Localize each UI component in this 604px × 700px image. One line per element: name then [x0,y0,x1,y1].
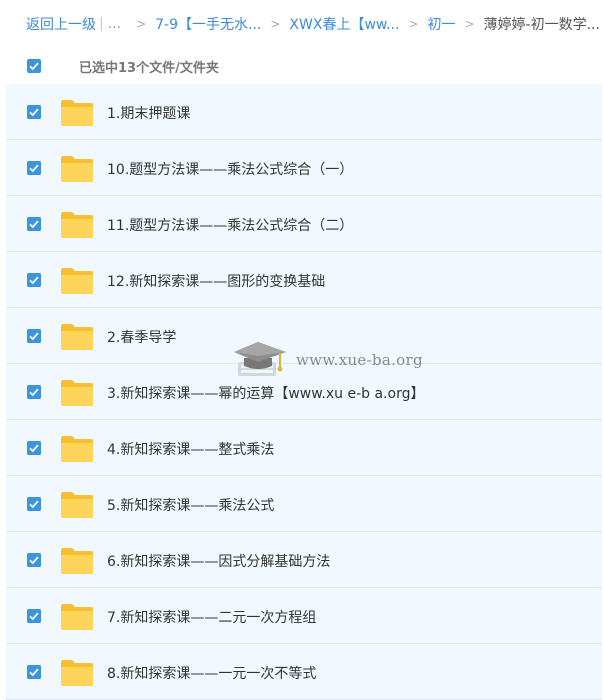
check-icon [29,332,39,341]
file-list: 1.期末押题课 10.题型方法课——乘法公式综合（一） 11.题型方法课——乘法公式… [6,84,602,700]
selection-header: 已选中13个文件/文件夹 [0,48,604,84]
file-row[interactable]: 2.春季导学 [6,308,602,364]
file-checkbox[interactable] [27,329,41,343]
file-name[interactable]: 10.题型方法课——乘法公式综合（一） [107,159,353,179]
file-checkbox[interactable] [27,441,41,455]
file-checkbox[interactable] [27,217,41,231]
folder-icon [61,548,93,574]
check-icon [29,276,39,285]
breadcrumb-divider: | [99,16,104,32]
file-name[interactable]: 12.新知探索课——图形的变换基础 [107,271,325,291]
breadcrumb-separator: > [270,17,281,31]
file-checkbox[interactable] [27,273,41,287]
folder-icon [61,380,93,406]
breadcrumb-item[interactable]: XWX春上【ww... [289,14,399,34]
file-name[interactable]: 7.新知探索课——二元一次方程组 [107,607,316,627]
file-row[interactable]: 3.新知探索课——幂的运算【www.xu e-b a.org】 [6,364,602,420]
file-row[interactable]: 8.新知探索课——一元一次不等式 [6,644,602,700]
breadcrumb: 返回上一级 | ... > 7-9【一手无水... > XWX春上【ww... … [0,0,604,48]
file-checkbox[interactable] [27,385,41,399]
breadcrumb-item[interactable]: 7-9【一手无水... [155,14,261,34]
file-name[interactable]: 3.新知探索课——幂的运算【www.xu e-b a.org】 [107,383,424,403]
file-name[interactable]: 5.新知探索课——乘法公式 [107,495,274,515]
back-link[interactable]: 返回上一级 [26,14,96,34]
file-row[interactable]: 6.新知探索课——因式分解基础方法 [6,532,602,588]
check-icon [29,164,39,173]
folder-icon [61,324,93,350]
check-icon [29,444,39,453]
breadcrumb-ellipsis[interactable]: ... [108,16,121,32]
file-name[interactable]: 1.期末押题课 [107,103,190,123]
folder-icon [61,156,93,182]
file-row[interactable]: 1.期末押题课 [6,84,602,140]
folder-icon [61,492,93,518]
file-row[interactable]: 11.题型方法课——乘法公式综合（二） [6,196,602,252]
file-checkbox[interactable] [27,105,41,119]
file-row[interactable]: 5.新知探索课——乘法公式 [6,476,602,532]
file-checkbox[interactable] [27,497,41,511]
check-icon [29,108,39,117]
file-checkbox[interactable] [27,161,41,175]
breadcrumb-separator: > [464,17,475,31]
folder-icon [61,212,93,238]
file-checkbox[interactable] [27,665,41,679]
select-all-checkbox[interactable] [27,59,41,73]
breadcrumb-item[interactable]: 初一 [427,14,455,34]
file-checkbox[interactable] [27,553,41,567]
folder-icon [61,604,93,630]
breadcrumb-separator: > [136,17,147,31]
file-name[interactable]: 2.春季导学 [107,327,176,347]
check-icon [29,668,39,677]
check-icon [29,556,39,565]
file-name[interactable]: 11.题型方法课——乘法公式综合（二） [107,215,353,235]
check-icon [29,388,39,397]
file-name[interactable]: 6.新知探索课——因式分解基础方法 [107,551,330,571]
check-icon [29,612,39,621]
check-icon [29,220,39,229]
selection-summary: 已选中13个文件/文件夹 [79,60,219,76]
check-icon [29,500,39,509]
file-row[interactable]: 12.新知探索课——图形的变换基础 [6,252,602,308]
file-row[interactable]: 4.新知探索课——整式乘法 [6,420,602,476]
folder-icon [61,436,93,462]
file-name[interactable]: 4.新知探索课——整式乘法 [107,439,274,459]
file-name[interactable]: 8.新知探索课——一元一次不等式 [107,663,316,683]
folder-icon [61,660,93,686]
breadcrumb-separator: > [408,17,419,31]
file-row[interactable]: 7.新知探索课——二元一次方程组 [6,588,602,644]
folder-icon [61,100,93,126]
check-icon [29,62,39,71]
breadcrumb-current: 薄婷婷-初一数学... [483,17,600,33]
folder-icon [61,268,93,294]
file-checkbox[interactable] [27,609,41,623]
file-row[interactable]: 10.题型方法课——乘法公式综合（一） [6,140,602,196]
